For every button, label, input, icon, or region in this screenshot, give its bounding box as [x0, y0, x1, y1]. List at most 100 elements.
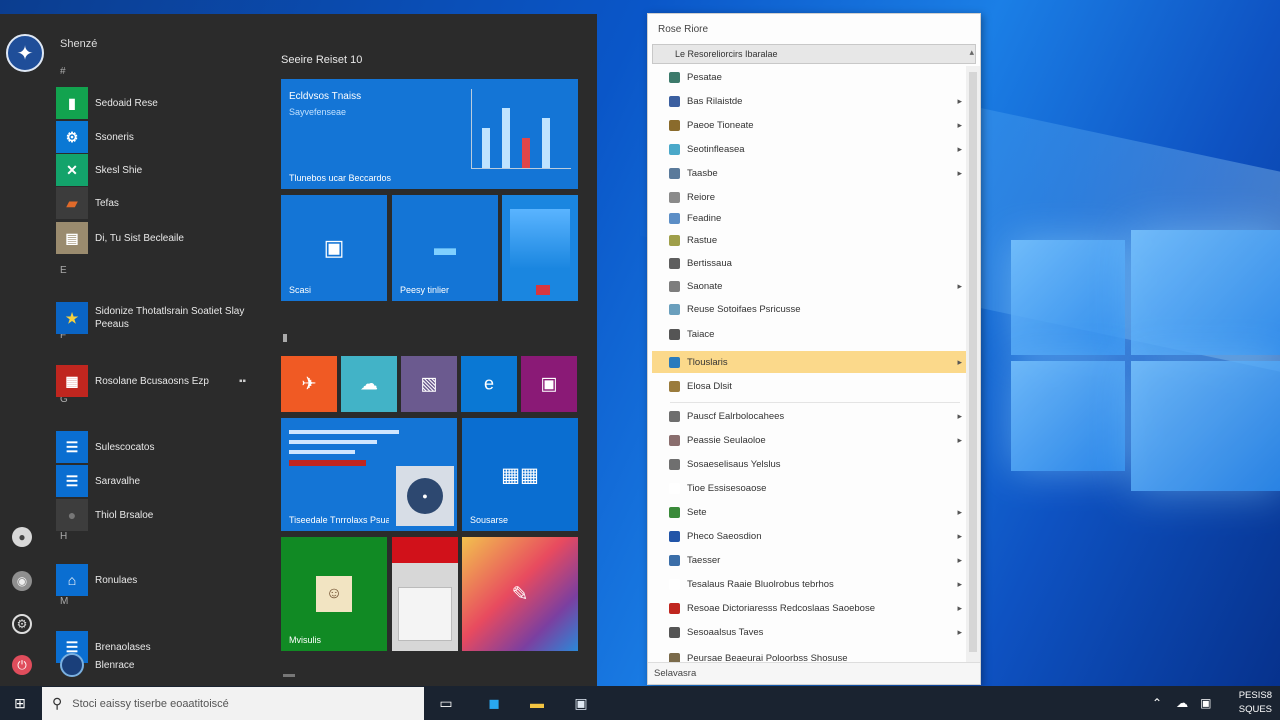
- submenu-arrow-icon: ▸: [957, 167, 962, 178]
- tile-weather[interactable]: [502, 195, 578, 301]
- context-menu-item[interactable]: Pesatae: [652, 66, 966, 88]
- item-label: Sosaeselisaus Yelslus: [687, 458, 781, 470]
- context-menu-top-entry[interactable]: Le Resoreliorcirs Ibaralae: [652, 44, 976, 64]
- app-list-item[interactable]: ★ Sidonize Thotatlsrain Soatiet Slay Pee…: [56, 300, 244, 336]
- tile-small-magenta[interactable]: ▣: [521, 356, 577, 412]
- tile-small-orange[interactable]: ✈: [281, 356, 337, 412]
- taskbar-search-box[interactable]: ⚲ Stoci eaissy tiserbe eoaatitoiscé: [42, 687, 424, 720]
- app-list-item[interactable]: ▰ Tefas: [56, 186, 119, 220]
- context-menu-item[interactable]: Feadine: [652, 207, 966, 229]
- app-list-letter[interactable]: #: [60, 66, 66, 77]
- app-label: Blenrace: [95, 659, 135, 671]
- context-menu-item[interactable]: Pheco Saeosdion ▸: [652, 525, 966, 547]
- scroll-up-icon[interactable]: ▴: [969, 47, 974, 58]
- tile-store[interactable]: ▣ Scasi: [281, 195, 387, 301]
- pictures-icon[interactable]: ◉: [12, 571, 32, 591]
- context-menu-item[interactable]: Reiore: [652, 186, 966, 208]
- chart-graphic-icon: [471, 89, 571, 169]
- item-icon: [669, 303, 680, 315]
- context-menu-item[interactable]: Taesser ▸: [652, 549, 966, 571]
- context-menu-item[interactable]: Taiace: [652, 323, 966, 345]
- context-menu-item[interactable]: Paeoe Tioneate ▸: [652, 114, 966, 136]
- context-menu-item[interactable]: Saonate ▸: [652, 275, 966, 297]
- app-list-item[interactable]: ⌂ Ronulaes: [56, 563, 137, 597]
- more-icon[interactable]: ▪▪: [239, 376, 246, 387]
- app-list-letter[interactable]: E: [60, 265, 67, 276]
- tile-small-teal[interactable]: ☁: [341, 356, 397, 412]
- context-menu-item[interactable]: Elosa Dlsit: [652, 375, 966, 397]
- tile-files[interactable]: ▬ Peesy tinlier: [392, 195, 498, 301]
- app-label: Skesl Shie: [95, 164, 143, 176]
- context-menu-item[interactable]: Reuse Sotoifaes Psricusse: [652, 298, 966, 320]
- app-label-line: Sidonize Thotatlsrain Soatiet Slay: [95, 306, 245, 317]
- task-view-icon[interactable]: ▭: [435, 692, 457, 714]
- app-label: Rosolane Bcusaosns Ezp: [95, 375, 209, 387]
- store-bag-icon: ▣: [323, 235, 345, 260]
- context-menu-item[interactable]: Pauscf Ealrbolocahees ▸: [652, 405, 966, 427]
- tile-mail[interactable]: ● Tiseedale Tnrrolaxs Psuaelulne: [281, 418, 457, 531]
- taskbar-clock[interactable]: PESIS8 SQUES: [1239, 689, 1272, 717]
- app-list-item[interactable]: ☰ Saravalhe: [56, 464, 140, 498]
- taskbar: ⊞ ⚲ Stoci eaissy tiserbe eoaatitoiscé ▭ …: [0, 686, 1280, 720]
- power-icon[interactable]: ⏻: [12, 655, 32, 675]
- context-menu-footer[interactable]: Selavasra: [648, 662, 980, 684]
- tile-small-purple[interactable]: ▧: [401, 356, 457, 412]
- tiles-group-heading[interactable]: Seeire Reiset 10: [281, 54, 362, 66]
- photos-icon: ▧: [420, 373, 438, 394]
- rocket-icon: ✈: [301, 373, 317, 394]
- context-menu-item[interactable]: Sete ▸: [652, 501, 966, 523]
- app-list-letter[interactable]: M: [60, 596, 68, 607]
- item-icon: [669, 530, 680, 542]
- tile-news[interactable]: Ecldvsos Tnaiss Sayvefenseae Tlunebos uc…: [281, 79, 578, 189]
- context-menu-item-selected[interactable]: Tlouslaris ▸: [652, 351, 966, 373]
- user-avatar-icon[interactable]: ✦: [6, 34, 44, 72]
- app-list-item[interactable]: ☰ Sulescocatos: [56, 430, 154, 464]
- context-menu-item[interactable]: Tioe Essisesoaose: [652, 477, 966, 499]
- scrollbar-thumb[interactable]: [969, 72, 977, 652]
- tile-paint[interactable]: ✎: [462, 537, 578, 651]
- context-menu-item[interactable]: Bertissaua: [652, 252, 966, 274]
- context-menu-item[interactable]: Bas Rilaistde ▸: [652, 90, 966, 112]
- app-label-line: Peeaus: [95, 319, 129, 330]
- context-menu-item[interactable]: Peassie Seulaoloe ▸: [652, 429, 966, 451]
- store-taskbar-icon[interactable]: ▣: [570, 692, 592, 714]
- context-menu-item[interactable]: Seotinfleasea ▸: [652, 138, 966, 160]
- app-label: Sulescocatos: [95, 441, 155, 453]
- context-menu-item[interactable]: Resoae Dictoriaresss Redcoslaas Saoebose…: [652, 597, 966, 619]
- volume-icon[interactable]: ▣: [1200, 696, 1211, 710]
- clock-time: PESIS8: [1238, 690, 1272, 701]
- context-menu-item[interactable]: Taasbe ▸: [652, 162, 966, 184]
- settings-gear-icon[interactable]: ⚙: [12, 614, 32, 634]
- app-list-item[interactable]: ● Thiol Brsaloe: [56, 498, 153, 532]
- context-menu-item[interactable]: Sosaeselisaus Yelslus: [652, 453, 966, 475]
- app-list-item[interactable]: ▮ Sedoaid Rese: [56, 86, 158, 120]
- context-menu-item[interactable]: Rastue: [652, 229, 966, 251]
- context-menu: Rose Riore Le Resoreliorcirs Ibaralae ▴ …: [647, 13, 981, 685]
- network-icon[interactable]: ☁: [1176, 696, 1188, 710]
- tile-small-blue[interactable]: e: [461, 356, 517, 412]
- documents-icon[interactable]: ●: [12, 527, 32, 547]
- app-list-letter[interactable]: H: [60, 531, 67, 542]
- tile-xbox[interactable]: ☺ Mvisulis: [281, 537, 387, 651]
- start-windows-icon[interactable]: ⊞: [0, 686, 40, 720]
- tile-calculator[interactable]: ▦▦ Sousarse: [462, 418, 578, 531]
- app-list-item[interactable]: ▤ Di, Tu Sist Becleaile: [56, 221, 184, 255]
- edge-browser-icon: e: [483, 373, 495, 394]
- item-label: Peassie Seulaoloe: [687, 434, 766, 446]
- item-icon: [669, 328, 680, 340]
- context-menu-scrollbar[interactable]: [966, 66, 980, 664]
- app-list-item[interactable]: ▦ Rosolane Bcusaosns Ezp ▪▪: [56, 364, 246, 398]
- item-label: Seotinfleasea: [687, 143, 745, 155]
- submenu-arrow-icon: ▸: [957, 626, 962, 637]
- context-menu-item[interactable]: Tesalaus Raaie Bluolrobus tebrhos ▸: [652, 573, 966, 595]
- notification-badge-icon: [536, 285, 550, 295]
- app-list-item[interactable]: Blenrace: [56, 650, 134, 680]
- context-menu-item[interactable]: Sesoaalsus Taves ▸: [652, 621, 966, 643]
- app-list-item[interactable]: ✕ Skesl Shie: [56, 153, 142, 187]
- file-explorer-icon[interactable]: ▬: [526, 692, 548, 714]
- tile-news-red[interactable]: [392, 537, 458, 651]
- app-list-item[interactable]: ⚙ Ssoneris: [56, 120, 134, 154]
- edge-taskbar-icon[interactable]: ◼: [483, 692, 505, 714]
- chevron-up-icon[interactable]: ⌃: [1152, 696, 1162, 710]
- item-label: Elosa Dlsit: [687, 380, 732, 392]
